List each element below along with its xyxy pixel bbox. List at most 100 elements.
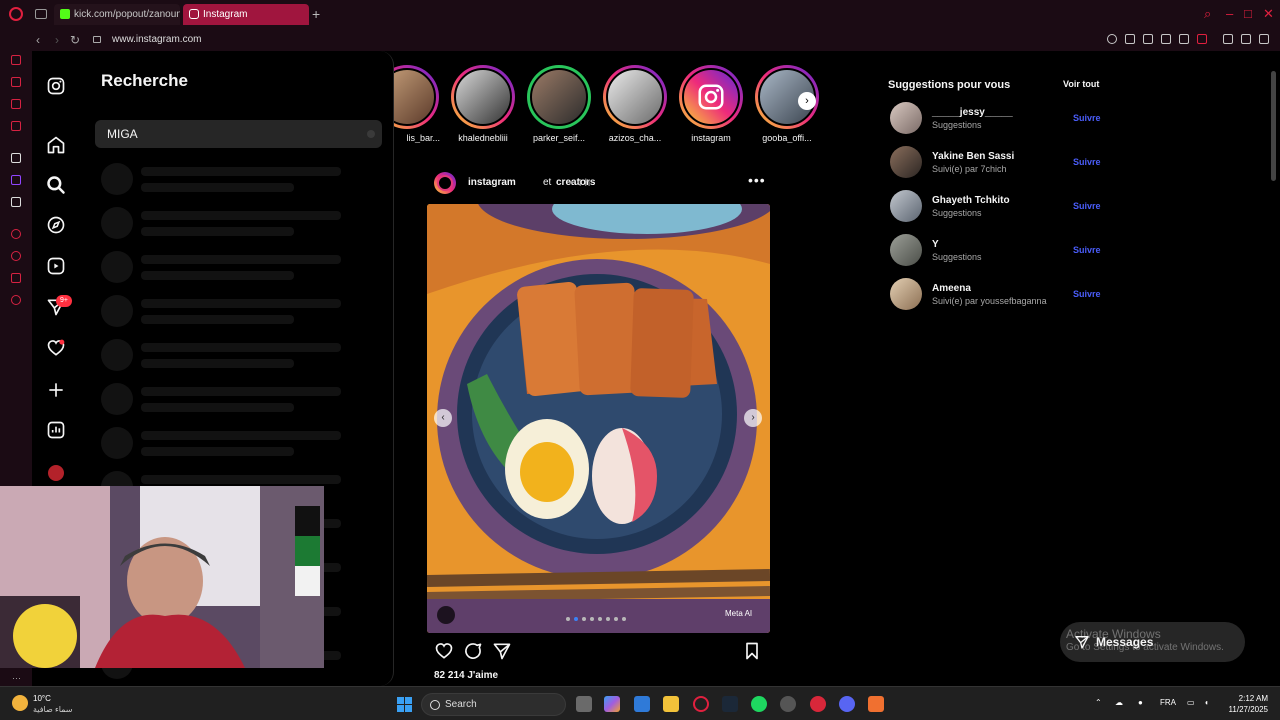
- tab-search-icon[interactable]: ⌕: [1204, 6, 1211, 22]
- heart-icon[interactable]: [1197, 34, 1207, 44]
- tab-instagram[interactable]: Instagram: [183, 4, 309, 25]
- search-input[interactable]: [95, 120, 382, 148]
- forward-button[interactable]: ›: [55, 32, 59, 48]
- stories-next-button[interactable]: ›: [798, 92, 816, 110]
- snapshot-icon[interactable]: [1143, 34, 1153, 44]
- follow-button[interactable]: Suivre: [1073, 113, 1101, 123]
- share-icon[interactable]: [492, 641, 512, 661]
- volume-icon[interactable]: ◖: [1204, 698, 1209, 707]
- page-scrollbar[interactable]: [1268, 51, 1280, 686]
- suggestion-name[interactable]: Y: [932, 239, 939, 250]
- aria-icon[interactable]: [11, 55, 21, 65]
- task-view-icon[interactable]: [576, 696, 592, 712]
- store-icon[interactable]: [634, 696, 650, 712]
- new-tab-button[interactable]: +: [312, 7, 320, 21]
- story-item[interactable]: azizos_cha...: [602, 65, 668, 143]
- reels-icon[interactable]: [46, 256, 66, 276]
- x-twitter-icon[interactable]: [11, 197, 21, 207]
- reload-button[interactable]: ↻: [70, 32, 80, 48]
- follow-button[interactable]: Suivre: [1073, 245, 1101, 255]
- home-icon[interactable]: [46, 135, 66, 155]
- post-image[interactable]: [427, 204, 770, 633]
- notifications-heart-icon[interactable]: [46, 338, 66, 358]
- player-icon[interactable]: [1179, 34, 1189, 44]
- opera-logo-icon[interactable]: [9, 7, 23, 21]
- kick-sidebar-icon[interactable]: [11, 153, 21, 163]
- suggestion-avatar[interactable]: [890, 102, 922, 134]
- spotify-icon[interactable]: [751, 696, 767, 712]
- comment-icon[interactable]: [463, 641, 483, 661]
- follow-button[interactable]: Suivre: [1073, 289, 1101, 299]
- clock-date[interactable]: 11/27/2025: [1220, 705, 1268, 714]
- suggestion-name[interactable]: Yakine Ben Sassi: [932, 151, 1014, 162]
- app-red-icon[interactable]: [810, 696, 826, 712]
- instagram-logo-icon[interactable]: [46, 76, 66, 96]
- minimize-button[interactable]: –: [1226, 6, 1233, 22]
- microphone-icon[interactable]: ●: [1138, 698, 1143, 707]
- follow-button[interactable]: Suivre: [1073, 157, 1101, 167]
- suggestion-avatar[interactable]: [890, 146, 922, 178]
- app-orange-icon[interactable]: [868, 696, 884, 712]
- discord-icon[interactable]: [839, 696, 855, 712]
- close-button[interactable]: ✕: [1263, 6, 1274, 22]
- profile-icon[interactable]: [1223, 34, 1233, 44]
- suggestion-avatar[interactable]: [890, 190, 922, 222]
- zoom-icon[interactable]: [1107, 34, 1117, 44]
- weather-moon-icon[interactable]: [12, 695, 28, 711]
- follow-button[interactable]: Suivre: [1073, 201, 1101, 211]
- network-icon[interactable]: ▭: [1187, 698, 1195, 707]
- suggestion-name[interactable]: Ghayeth Tchkito: [932, 195, 1010, 206]
- tagged-users-icon[interactable]: [437, 606, 455, 624]
- back-button[interactable]: ‹: [36, 32, 40, 48]
- dashboard-icon[interactable]: [46, 420, 66, 440]
- adblock-icon[interactable]: [1161, 34, 1171, 44]
- carousel-next-button[interactable]: ›: [744, 409, 762, 427]
- explore-icon[interactable]: [46, 215, 66, 235]
- like-heart-icon[interactable]: [434, 641, 454, 661]
- maximize-button[interactable]: □: [1244, 6, 1252, 22]
- menu-icon[interactable]: [1259, 34, 1269, 44]
- create-plus-icon[interactable]: [46, 380, 66, 400]
- onedrive-icon[interactable]: ☁: [1115, 698, 1123, 707]
- url-field[interactable]: www.instagram.com: [112, 33, 201, 47]
- download-icon[interactable]: [1241, 34, 1251, 44]
- more-options-icon[interactable]: •••: [748, 172, 766, 188]
- history-icon[interactable]: [11, 251, 21, 261]
- twitch-icon[interactable]: [11, 175, 21, 185]
- app-icon[interactable]: [780, 696, 796, 712]
- settings-icon[interactable]: [11, 295, 21, 305]
- post-author-avatar[interactable]: [434, 172, 456, 194]
- save-bookmark-icon[interactable]: [742, 641, 762, 661]
- workspaces-icon[interactable]: [35, 9, 47, 19]
- profile-avatar[interactable]: [48, 465, 64, 481]
- story-item[interactable]: instagram: [678, 65, 744, 143]
- tray-overflow-icon[interactable]: ⌃: [1095, 698, 1102, 707]
- opera-gx-taskbar-icon[interactable]: [693, 696, 709, 712]
- tab-kick[interactable]: kick.com/popout/zanoun...: [54, 4, 180, 25]
- player-sidebar-icon[interactable]: [11, 229, 21, 239]
- language-indicator[interactable]: FRA: [1160, 698, 1176, 707]
- story-item[interactable]: parker_seif...: [526, 65, 592, 143]
- clear-search-icon[interactable]: [367, 130, 375, 138]
- taskbar-search-box[interactable]: Search: [421, 693, 566, 716]
- story-item[interactable]: khalednebliii: [450, 65, 516, 143]
- likes-count[interactable]: 82 214 J'aime: [434, 670, 498, 681]
- pin-icon[interactable]: [1125, 34, 1135, 44]
- carousel-prev-button[interactable]: ‹: [434, 409, 452, 427]
- more-icon[interactable]: ···: [12, 673, 21, 683]
- bookmarks-icon[interactable]: [11, 273, 21, 283]
- file-explorer-icon[interactable]: [663, 696, 679, 712]
- crypto-wallet-icon[interactable]: [11, 77, 21, 87]
- copilot-icon[interactable]: [604, 696, 620, 712]
- suggestion-name[interactable]: Ameena: [932, 283, 971, 294]
- suggestion-avatar[interactable]: [890, 234, 922, 266]
- suggestion-name[interactable]: _____jessy_____: [932, 107, 1013, 118]
- scroll-thumb[interactable]: [1271, 71, 1276, 181]
- post-author[interactable]: instagram: [468, 177, 516, 188]
- music-icon[interactable]: [11, 121, 21, 131]
- see-all-link[interactable]: Voir tout: [1063, 79, 1099, 89]
- suggestion-avatar[interactable]: [890, 278, 922, 310]
- story-item[interactable]: lis_bar...: [394, 65, 440, 143]
- clock-time[interactable]: 2:12 AM: [1226, 694, 1268, 703]
- search-icon[interactable]: [46, 175, 66, 195]
